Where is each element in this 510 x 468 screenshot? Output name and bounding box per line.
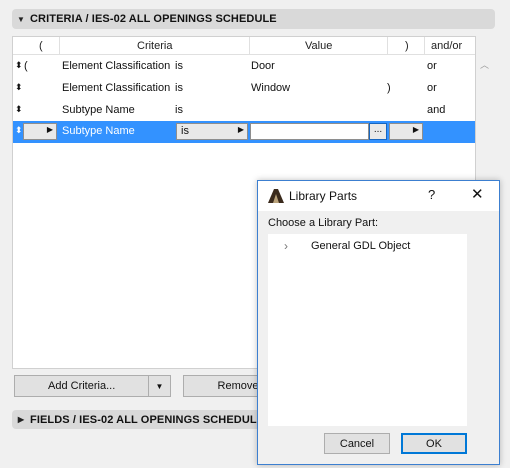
ok-button[interactable]: OK: [401, 433, 467, 454]
table-row-selected[interactable]: ⬍ ▶ Subtype Name is ▶ ... ▶: [13, 121, 475, 143]
reorder-handle-icon[interactable]: ⬍: [15, 104, 22, 115]
reorder-handle-icon[interactable]: ⬍: [15, 125, 22, 136]
dropdown-arrow-icon: ▶: [46, 125, 53, 134]
col-value[interactable]: Value: [305, 40, 332, 52]
row-close-paren: ): [387, 82, 391, 94]
row-and-or: or: [427, 60, 437, 72]
add-criteria-button[interactable]: Add Criteria... ▼: [14, 375, 171, 397]
col-criteria[interactable]: Criteria: [137, 40, 172, 52]
operator-value: is: [181, 125, 189, 137]
reorder-handle-icon[interactable]: ⬍: [15, 82, 22, 93]
collapse-triangle-icon[interactable]: ▼: [12, 15, 30, 24]
fields-section-title: FIELDS / IES-02 ALL OPENINGS SCHEDULE: [30, 413, 265, 426]
dialog-title-bar[interactable]: Library Parts ? ✕: [258, 181, 499, 211]
table-row[interactable]: ⬍ Subtype Name is and: [13, 100, 475, 122]
tree-item-label: General GDL Object: [311, 240, 411, 252]
expand-triangle-icon[interactable]: ▶: [12, 415, 30, 424]
row-operator: is: [175, 60, 183, 72]
row-value: Window: [251, 82, 291, 94]
row-criteria[interactable]: Subtype Name: [62, 125, 135, 137]
row-operator: is: [175, 104, 183, 116]
row-criteria: Subtype Name: [62, 104, 135, 116]
add-criteria-dropdown-icon[interactable]: ▼: [148, 376, 170, 396]
table-header: ( Criteria Value ) and/or: [13, 37, 475, 55]
row-criteria: Element Classification: [62, 82, 171, 94]
help-icon[interactable]: ?: [428, 187, 435, 202]
row-open-paren: (: [24, 60, 28, 72]
scroll-up-icon[interactable]: ︿: [480, 58, 489, 71]
row-operator: is: [175, 82, 183, 94]
row-value: Door: [251, 60, 275, 72]
browse-value-button[interactable]: ...: [369, 123, 387, 140]
criteria-section-title: CRITERIA / IES-02 ALL OPENINGS SCHEDULE: [30, 13, 277, 25]
row-and-or: or: [427, 82, 437, 94]
chevron-right-icon[interactable]: ›: [284, 239, 288, 253]
library-parts-dialog: Library Parts ? ✕ Choose a Library Part:…: [257, 180, 500, 465]
row-and-or: and: [427, 104, 446, 116]
archicad-logo-icon: [268, 189, 284, 203]
close-paren-dropdown[interactable]: ▶: [389, 123, 423, 140]
dialog-prompt: Choose a Library Part:: [268, 217, 379, 229]
table-row[interactable]: ⬍ Element Classification is Window ) or: [13, 78, 475, 100]
add-criteria-label: Add Criteria...: [48, 380, 116, 392]
criteria-section-header[interactable]: ▼ CRITERIA / IES-02 ALL OPENINGS SCHEDUL…: [12, 9, 495, 29]
reorder-handle-icon[interactable]: ⬍: [15, 60, 22, 71]
open-paren-dropdown[interactable]: ▶: [23, 123, 57, 140]
tree-item[interactable]: › General GDL Object: [268, 238, 467, 256]
remove-label: Remove: [217, 380, 259, 392]
dropdown-arrow-icon: ▶: [237, 125, 244, 134]
table-row[interactable]: ⬍ ( Element Classification is Door or: [13, 56, 475, 78]
row-criteria: Element Classification: [62, 60, 171, 72]
col-close-paren[interactable]: ): [405, 40, 409, 52]
dialog-title: Library Parts: [289, 189, 358, 203]
library-tree[interactable]: › General GDL Object: [268, 234, 467, 426]
col-open-paren[interactable]: (: [39, 40, 43, 52]
cancel-button[interactable]: Cancel: [324, 433, 390, 454]
close-icon[interactable]: ✕: [471, 185, 484, 203]
operator-dropdown[interactable]: is ▶: [176, 123, 248, 140]
dropdown-arrow-icon: ▶: [412, 125, 419, 134]
col-and-or[interactable]: and/or: [431, 40, 462, 52]
value-input[interactable]: [250, 123, 369, 140]
